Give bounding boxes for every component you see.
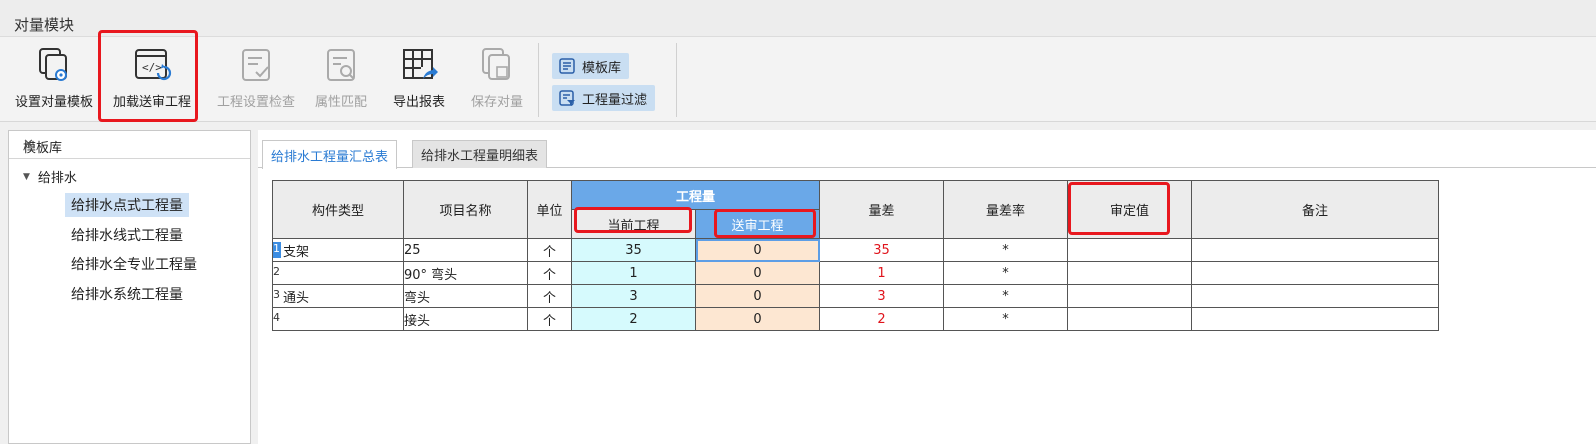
- cell-remark[interactable]: [1191, 238, 1439, 262]
- ribbon-separator: [676, 43, 677, 117]
- table-row[interactable]: 2 90° 弯头 个 1 0 1 *: [272, 261, 1439, 285]
- row-number: 3: [273, 288, 280, 301]
- table-row[interactable]: 4 接头 个 2 0 2 *: [272, 307, 1439, 331]
- ribbon-button-label: 工程设置检查: [216, 95, 295, 110]
- tree-item[interactable]: 给排水点式工程量: [65, 193, 189, 217]
- cell-component-type[interactable]: 4: [272, 307, 404, 331]
- tree-root-water-supply[interactable]: ▼ 给排水: [23, 167, 77, 186]
- tab-detail[interactable]: 给排水工程量明细表: [412, 140, 548, 168]
- cell-submitted[interactable]: 0: [695, 284, 820, 308]
- cell-item-name[interactable]: 90° 弯头: [403, 261, 528, 285]
- cell-unit[interactable]: 个: [527, 261, 572, 285]
- cell-unit[interactable]: 个: [527, 238, 572, 262]
- load-submitted-project-button[interactable]: </> 加载送审工程: [106, 43, 198, 117]
- attribute-match-icon: [327, 49, 355, 81]
- set-compare-template-button[interactable]: 设置对量模板: [8, 43, 100, 117]
- save-compare-icon: [482, 48, 510, 80]
- cell-current[interactable]: 2: [571, 307, 696, 331]
- cell-current[interactable]: 3: [571, 284, 696, 308]
- cell-unit[interactable]: 个: [527, 307, 572, 331]
- template-library-toggle-label: 模板库: [582, 60, 622, 76]
- header-unit[interactable]: 单位: [527, 180, 572, 239]
- template-settings-icon: [39, 48, 67, 81]
- header-current-project[interactable]: 当前工程: [571, 209, 696, 239]
- cell-difference-rate[interactable]: *: [943, 284, 1068, 308]
- template-library-panel: 模板库 ✕ ▼ 给排水 给排水点式工程量 给排水线式工程量 给排水全专业工程量 …: [8, 130, 251, 444]
- load-project-icon: </>: [135, 49, 172, 81]
- svg-text:</>: </>: [142, 61, 162, 74]
- row-number: 4: [273, 311, 280, 324]
- cell-item-name[interactable]: 25: [403, 238, 528, 262]
- expand-arrow-icon[interactable]: ▼: [23, 172, 30, 182]
- filter-icon: [559, 90, 575, 106]
- ribbon-toolbar: 设置对量模板 </> 加载送审工程 工程设置检查 属性匹配 导出报表 保存对量 …: [0, 36, 1596, 122]
- ribbon-separator: [538, 43, 539, 117]
- header-difference-rate[interactable]: 量差率: [943, 180, 1068, 239]
- header-quantity[interactable]: 工程量: [571, 180, 820, 210]
- cell-remark[interactable]: [1191, 261, 1439, 285]
- cell-component-type[interactable]: 1 支架: [272, 238, 404, 262]
- cell-item-name[interactable]: 接头: [403, 307, 528, 331]
- header-approved-value[interactable]: 审定值: [1067, 180, 1192, 239]
- ribbon-button-label: 加载送审工程: [112, 95, 191, 110]
- cell-approved[interactable]: [1067, 261, 1192, 285]
- cell-difference[interactable]: 35: [819, 238, 944, 262]
- quantity-filter-toggle[interactable]: 工程量过滤: [552, 85, 656, 111]
- cell-difference-rate[interactable]: *: [943, 238, 1068, 262]
- project-settings-check-button[interactable]: 工程设置检查: [210, 43, 302, 117]
- cell-submitted[interactable]: 0: [695, 261, 820, 285]
- header-component-type[interactable]: 构件类型: [272, 180, 404, 239]
- quantity-filter-toggle-label: 工程量过滤: [582, 92, 648, 108]
- header-remarks[interactable]: 备注: [1191, 180, 1439, 239]
- cell-difference[interactable]: 1: [819, 261, 944, 285]
- quantity-summary-table: 构件类型 项目名称 单位 工程量 量差 量差率 审定值 备注 当前工程 送审工程…: [272, 180, 1439, 331]
- template-library-icon: [559, 58, 575, 74]
- ribbon-button-label: 设置对量模板: [14, 95, 93, 110]
- row-number: 1: [273, 242, 281, 258]
- cell-current[interactable]: 1: [571, 261, 696, 285]
- close-icon[interactable]: ✕: [23, 137, 244, 152]
- cell-item-name[interactable]: 弯头: [403, 284, 528, 308]
- cell-remark[interactable]: [1191, 307, 1439, 331]
- header-difference[interactable]: 量差: [819, 180, 944, 239]
- ribbon-button-label: 属性匹配: [314, 95, 367, 110]
- cell-difference-rate[interactable]: *: [943, 307, 1068, 331]
- header-item-name[interactable]: 项目名称: [403, 180, 528, 239]
- cell-current[interactable]: 35: [571, 238, 696, 262]
- cell-approved[interactable]: [1067, 307, 1192, 331]
- attribute-match-button[interactable]: 属性匹配: [308, 43, 374, 117]
- cell-component-type[interactable]: 3 通头: [272, 284, 404, 308]
- tab-summary[interactable]: 给排水工程量汇总表: [262, 140, 398, 169]
- cell-submitted[interactable]: 0: [695, 307, 820, 331]
- save-compare-button[interactable]: 保存对量: [464, 43, 530, 117]
- tree-item[interactable]: 给排水系统工程量: [65, 282, 189, 306]
- cell-remark[interactable]: [1191, 284, 1439, 308]
- tree-item[interactable]: 给排水线式工程量: [65, 223, 189, 247]
- cell-component-type[interactable]: 2: [272, 261, 404, 285]
- cell-difference-rate[interactable]: *: [943, 261, 1068, 285]
- panel-header: 模板库 ✕: [9, 131, 250, 159]
- settings-check-icon: [242, 49, 270, 81]
- export-report-icon: [403, 49, 438, 79]
- cell-unit[interactable]: 个: [527, 284, 572, 308]
- header-submitted-project[interactable]: 送审工程: [695, 209, 820, 239]
- tree-root-label: 给排水: [37, 171, 77, 186]
- module-title-bar: 对量模块: [0, 0, 1596, 36]
- cell-approved[interactable]: [1067, 284, 1192, 308]
- cell-difference[interactable]: 3: [819, 284, 944, 308]
- tree-item[interactable]: 给排水全专业工程量: [65, 252, 203, 276]
- ribbon-button-label: 导出报表: [392, 95, 445, 110]
- cell-approved[interactable]: [1067, 238, 1192, 262]
- ribbon-button-label: 保存对量: [470, 95, 523, 110]
- report-tabs: 给排水工程量汇总表 给排水工程量明细表: [258, 138, 1596, 169]
- table-row[interactable]: 1 支架 25 个 35 0 35 *: [272, 238, 1439, 262]
- row-number: 2: [273, 265, 280, 278]
- cell-submitted[interactable]: 0: [695, 238, 820, 262]
- cell-difference[interactable]: 2: [819, 307, 944, 331]
- export-report-button[interactable]: 导出报表: [386, 43, 452, 117]
- template-library-toggle[interactable]: 模板库: [552, 53, 630, 79]
- table-row[interactable]: 3 通头 弯头 个 3 0 3 *: [272, 284, 1439, 308]
- module-title: 对量模块: [14, 16, 75, 34]
